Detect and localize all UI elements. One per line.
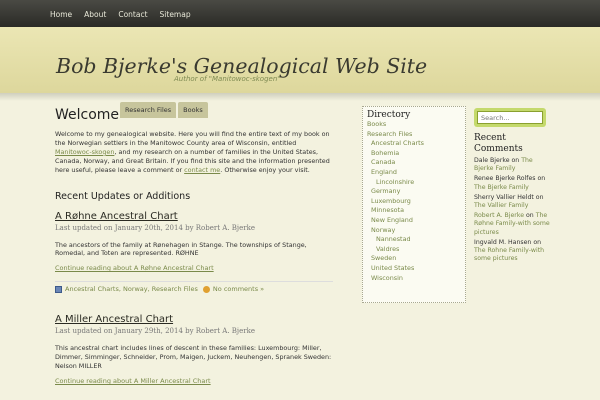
site-tagline: Author of "Manitowoc-skogen" [174,75,281,83]
recent-comment: Sherry Vallier Heldt on The Vallier Fami… [474,194,554,210]
main-content: Welcome Welcome to my genealogical websi… [55,107,333,385]
welcome-text-1: Welcome to my genealogical website. Here… [55,130,330,147]
continue-reading-link[interactable]: Continue reading about A Miller Ancestra… [55,377,333,385]
comment-author: Ingvald M. Hansen [474,238,532,246]
comment-post-link[interactable]: The Bjerke Family [474,184,529,191]
directory-item[interactable]: Research Files [367,130,461,140]
comments-link[interactable]: No comments » [213,285,264,293]
top-navigation: Home About Contact Sitemap [50,10,203,19]
post-title-link[interactable]: A Røhne Ancestral Chart [55,211,333,222]
directory-list: Books Research Files Ancestral Charts Bohem… [367,120,461,283]
comment-on-word: on [526,212,534,220]
recent-comments-widget: Recent Comments Dale Bjerke on The Bjerk… [474,133,554,263]
directory-item[interactable]: Wisconsin [367,274,461,284]
comment-author: Sherry Vallier Heldt [474,193,534,201]
comment-post-link[interactable]: The Rohne Family-with some pictures [474,247,544,262]
post-title-link[interactable]: A Miller Ancestral Chart [55,314,333,325]
post-miller: A Miller Ancestral Chart Last updated on… [55,314,333,385]
search-widget [474,108,546,127]
comment-author[interactable]: Robert A. Bjerke [474,212,524,219]
directory-item[interactable]: Luxembourg [367,197,461,207]
directory-item[interactable]: Valdres [367,245,461,255]
comment-author: Dale Bjerke [474,157,510,164]
recent-comment: Robert A. Bjerke on The Røhne Family-wit… [474,212,554,237]
directory-item[interactable]: Norway [367,226,461,236]
nav-home[interactable]: Home [50,10,72,19]
post-rohne: A Røhne Ancestral Chart Last updated on … [55,211,333,293]
post-categories[interactable]: Ancestral Charts, Norway, Research Files [65,285,198,293]
post-footer: Ancestral Charts, Norway, Research Files… [55,281,333,293]
directory-item[interactable]: Nannestad [367,235,461,245]
directory-item[interactable]: Sweden [367,254,461,264]
comment-icon [202,285,210,293]
comment-on-word: on [533,238,542,246]
directory-item[interactable]: Books [367,120,461,130]
nav-contact[interactable]: Contact [118,10,147,19]
recent-comment: Dale Bjerke on The Bjerke Family [474,157,554,173]
welcome-text-3: . Otherwise enjoy your visit. [220,165,310,174]
header-shadow-band [0,93,600,101]
post-excerpt: The ancestors of the family at Rønehagen… [55,240,307,258]
site-header: Bob Bjerke's Genealogical Web Site Autho… [0,27,600,118]
category-icon [55,285,62,293]
directory-item[interactable]: Canada [367,158,461,168]
directory-item[interactable]: Lincolnshire [367,178,461,188]
comment-on-word: on [511,157,520,164]
continue-reading-link[interactable]: Continue reading about A Røhne Ancestral… [55,264,333,272]
page-title: Welcome [55,107,120,123]
post-meta: Last updated on January 29th, 2014 by Ro… [55,327,255,336]
directory-item[interactable]: Bohemia [367,149,461,159]
comment-on-word: on [535,193,544,201]
directory-item[interactable]: Germany [367,187,461,197]
top-bar: Home About Contact Sitemap [0,0,600,27]
recent-comments-title: Recent Comments [474,133,523,154]
manitowoc-skogen-link[interactable]: Manitowoc-skogen [55,148,114,156]
comment-author: Renee Bjerke Rolfes [474,175,536,183]
recent-comments-list: Dale Bjerke on The Bjerke Family Renee Bj… [474,157,554,263]
recent-updates-heading: Recent Updates or Additions [55,190,191,202]
comment-post-link[interactable]: The Vallier Family [474,202,528,209]
post-excerpt: This ancestral chart includes lines of d… [55,344,332,371]
directory-title: Directory [367,110,411,120]
nav-about[interactable]: About [84,10,106,19]
post-meta: Last updated on January 20th, 2014 by Ro… [55,223,255,232]
directory-item[interactable]: England [367,168,461,178]
directory-widget: Directory Books Research Files Ancestral C… [362,106,466,303]
directory-item[interactable]: Ancestral Charts [367,139,461,149]
recent-comment: Renee Bjerke Rolfes on The Bjerke Family [474,175,554,191]
directory-item[interactable]: New England [367,216,461,226]
directory-item[interactable]: Minnesota [367,206,461,216]
contact-me-link[interactable]: contact me [184,166,220,174]
nav-sitemap[interactable]: Sitemap [160,10,191,19]
comment-on-word: on [537,175,546,183]
directory-item[interactable]: United States [367,264,461,274]
welcome-paragraph: Welcome to my genealogical website. Here… [55,130,333,175]
search-input[interactable] [477,111,543,124]
recent-comment: Ingvald M. Hansen on The Rohne Family-wi… [474,239,554,264]
